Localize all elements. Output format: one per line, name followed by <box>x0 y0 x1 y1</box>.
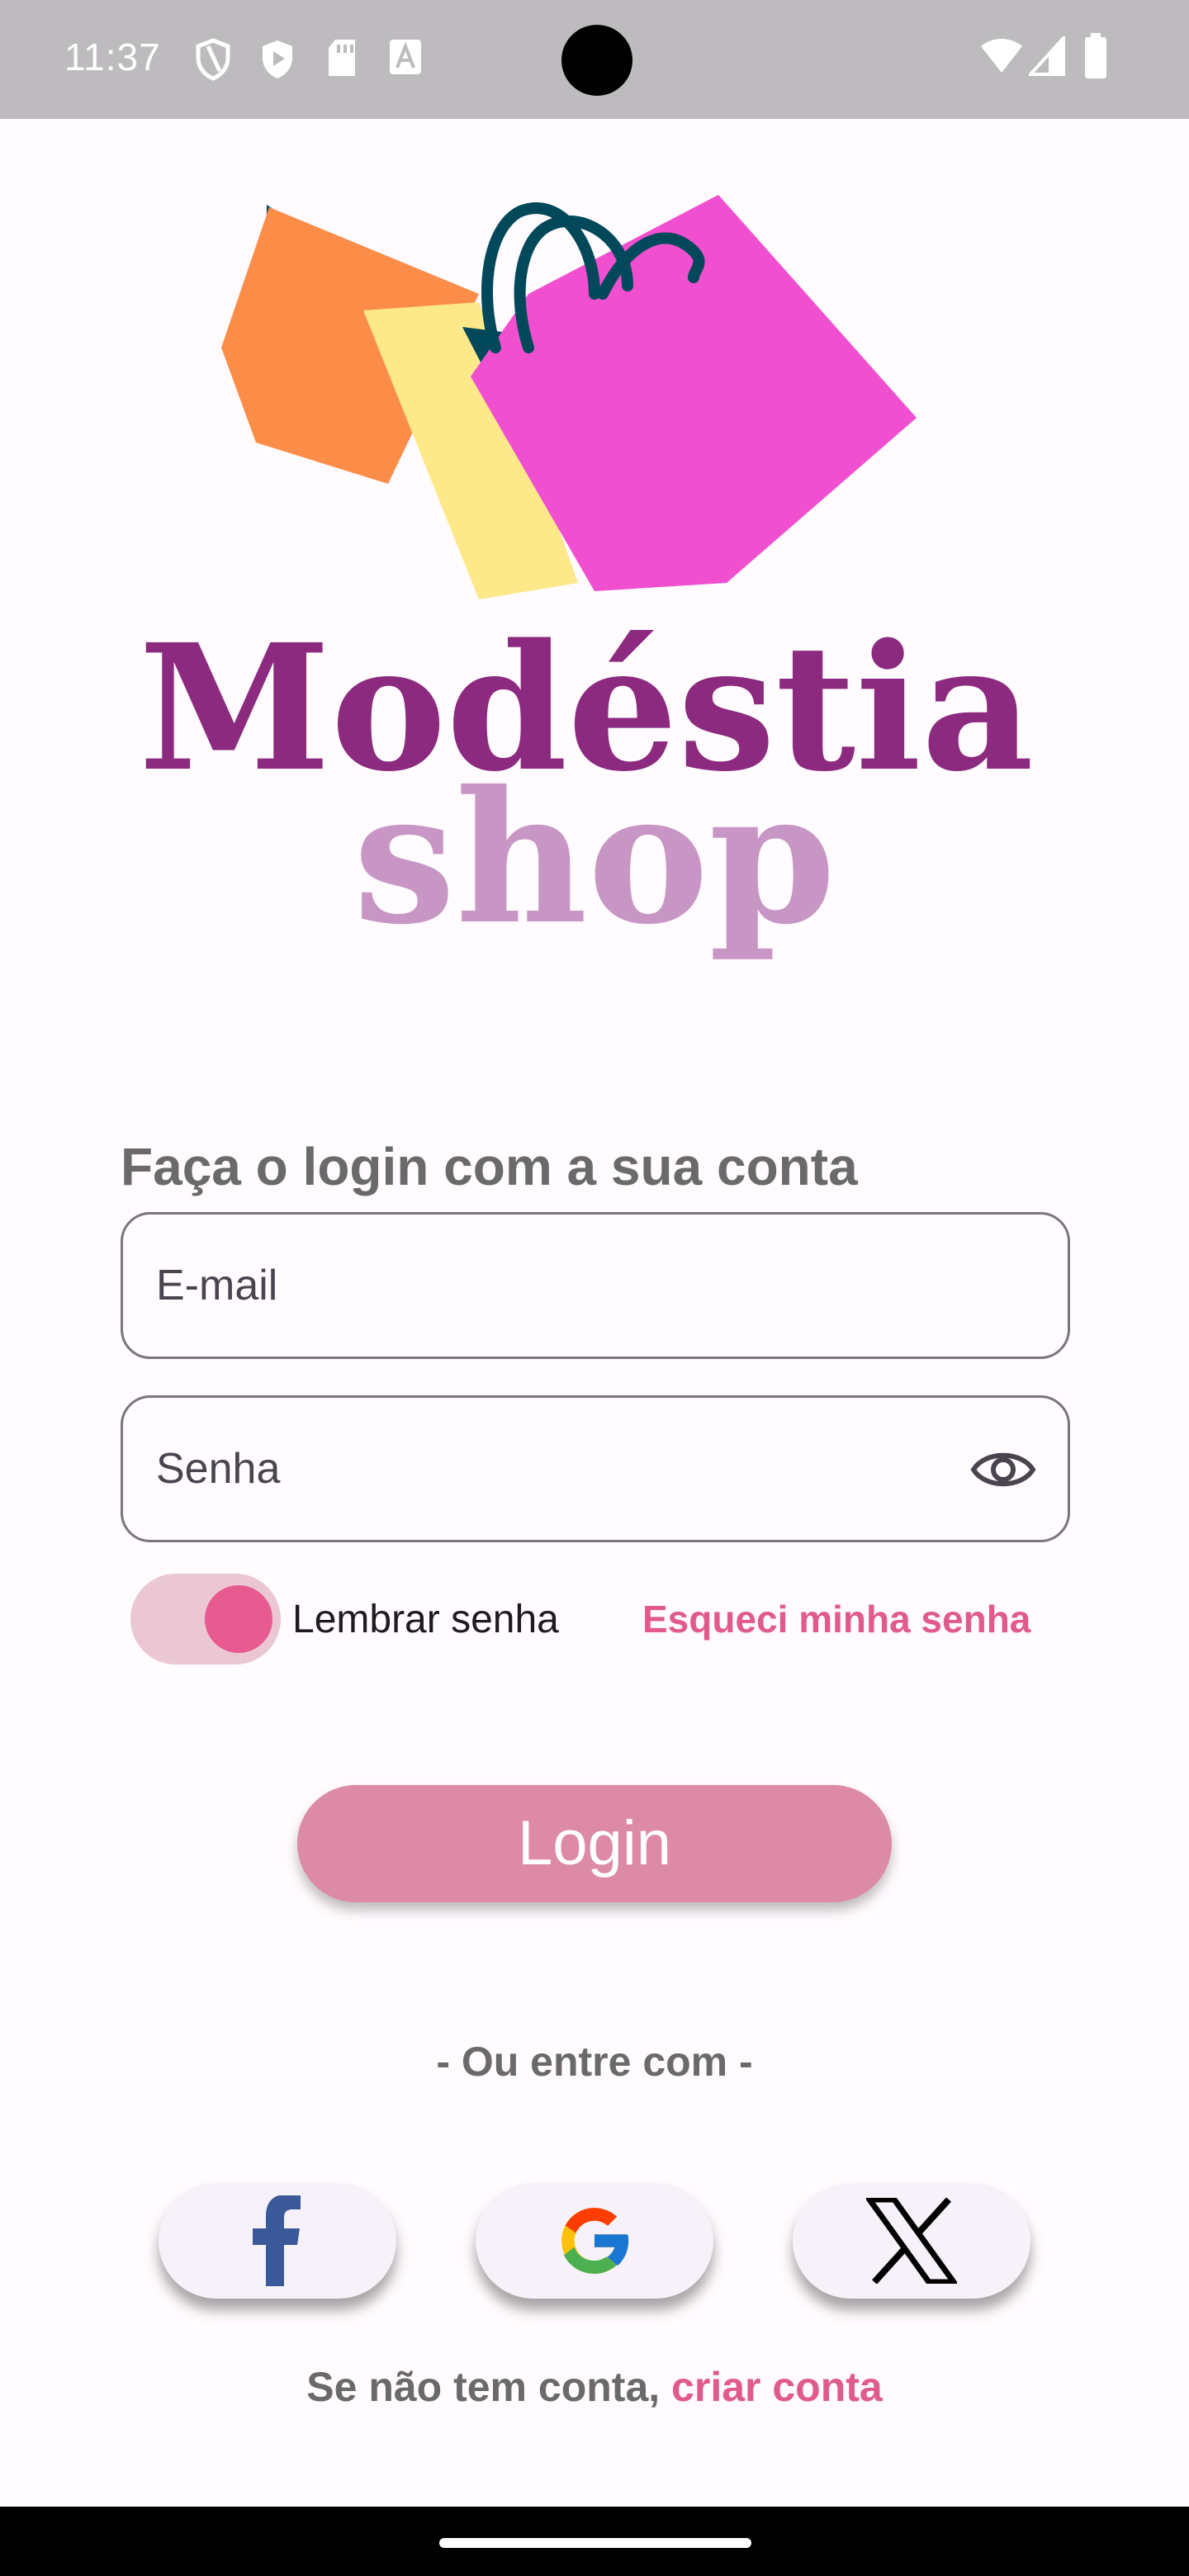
logo-text-line2: shop <box>353 751 836 963</box>
password-field[interactable]: Senha <box>121 1395 1070 1542</box>
social-divider: - Ou entre com - <box>436 2039 753 2085</box>
google-icon <box>561 2208 630 2274</box>
signup-prefix: Se não tem conta, <box>306 2364 672 2410</box>
battery-icon <box>1083 33 1108 83</box>
email-field[interactable]: E-mail <box>121 1212 1070 1359</box>
login-button[interactable]: Login <box>297 1785 892 1902</box>
shield-icon <box>195 38 231 85</box>
signal-icon <box>1026 33 1065 80</box>
remember-password-label: Lembrar senha <box>292 1598 559 1641</box>
home-gesture-handle[interactable] <box>439 2538 751 2548</box>
create-account-link[interactable]: criar conta <box>671 2364 883 2410</box>
email-placeholder: E-mail <box>156 1262 278 1309</box>
app-logo: Modéstia shop <box>132 195 1040 964</box>
status-time: 11:37 <box>64 36 161 78</box>
shopping-bags-icon <box>221 195 917 599</box>
facebook-login-button[interactable] <box>159 2183 396 2299</box>
play-protect-icon <box>259 38 296 85</box>
remember-password-toggle[interactable] <box>130 1574 281 1664</box>
front-camera <box>561 25 632 96</box>
facebook-icon <box>253 2195 301 2286</box>
status-bar: 11:37 <box>0 0 1189 119</box>
x-icon <box>866 2198 957 2284</box>
font-icon <box>388 38 423 80</box>
x-login-button[interactable] <box>793 2183 1030 2299</box>
signup-prompt: Se não tem conta, criar conta <box>0 2363 1189 2411</box>
sd-card-icon <box>325 38 358 82</box>
password-placeholder: Senha <box>156 1445 281 1493</box>
google-login-button[interactable] <box>476 2183 713 2299</box>
login-heading: Faça o login com a sua conta <box>121 1137 858 1196</box>
show-password-icon[interactable] <box>970 1441 1036 1503</box>
forgot-password-link[interactable]: Esqueci minha senha <box>642 1597 1030 1641</box>
wifi-icon <box>979 36 1024 78</box>
toggle-knob <box>205 1585 272 1653</box>
